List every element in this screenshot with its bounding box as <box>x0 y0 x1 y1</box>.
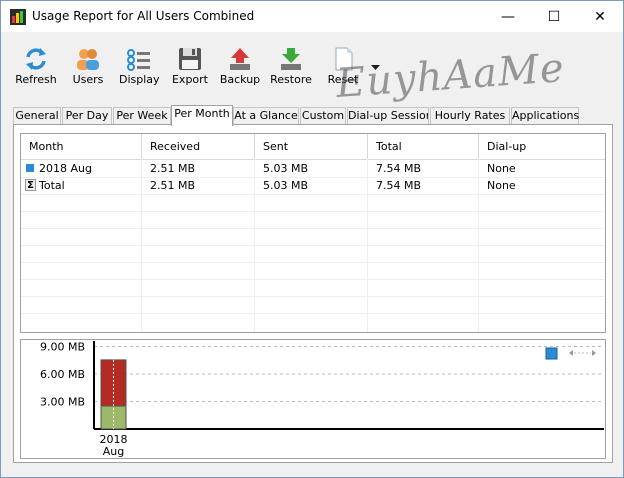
toolbar: Refresh Users Display Export Backup Rest… <box>1 39 623 95</box>
tab-general[interactable]: General <box>13 107 61 125</box>
close-button[interactable]: ✕ <box>577 1 623 32</box>
cell-dial-up: None <box>487 162 516 175</box>
restore-button[interactable]: Restore <box>269 47 313 86</box>
column-header-dial-up[interactable]: Dial-up <box>479 134 605 159</box>
y-tick-label: 9.00 MB <box>40 341 85 354</box>
cell-month: 2018 Aug <box>39 162 92 175</box>
export-label: Export <box>171 73 208 86</box>
table-row-total[interactable]: Σ Total 2.51 MB 5.03 MB 7.54 MB None <box>21 177 605 194</box>
table-header: Month Received Sent Total Dial-up <box>21 134 605 160</box>
cell-received: 2.51 MB <box>150 179 196 192</box>
chart-svg: 3.00 MB6.00 MB9.00 MB2018Aug <box>40 341 604 458</box>
cell-dial-up: None <box>487 179 516 192</box>
tab-applications[interactable]: Applications <box>511 107 579 125</box>
legend-square-icon <box>545 347 558 360</box>
users-button[interactable]: Users <box>69 47 107 86</box>
app-bar-chart-icon <box>10 9 26 25</box>
tab-hourly-rates[interactable]: Hourly Rates <box>430 107 510 125</box>
column-header-total[interactable]: Total <box>368 134 479 159</box>
backup-label: Backup <box>219 73 261 86</box>
cell-total: 7.54 MB <box>376 179 422 192</box>
tab-per-day[interactable]: Per Day <box>62 107 112 125</box>
per-month-panel: Month Received Sent Total Dial-up 2018 A… <box>13 124 613 463</box>
tab-at-a-glance[interactable]: At a Glance <box>233 107 299 125</box>
refresh-label: Refresh <box>15 73 57 86</box>
minimize-button[interactable]: — <box>485 1 531 32</box>
display-button[interactable]: Display <box>119 47 160 86</box>
cell-sent: 5.03 MB <box>263 162 309 175</box>
cell-total: 7.54 MB <box>376 162 422 175</box>
users-label: Users <box>72 73 104 86</box>
y-tick-label: 6.00 MB <box>40 368 85 381</box>
y-tick-label: 3.00 MB <box>40 396 85 409</box>
column-header-received[interactable]: Received <box>142 134 255 159</box>
bar-sent <box>100 359 127 407</box>
report-window: Usage Report for All Users Combined — ☐ … <box>0 0 624 478</box>
refresh-icon <box>26 48 46 70</box>
backup-button[interactable]: Backup <box>219 47 261 86</box>
tab-dial-up-session[interactable]: Dial-up Session <box>347 107 429 125</box>
blank-page-icon <box>335 47 353 71</box>
maximize-button[interactable]: ☐ <box>531 1 577 32</box>
export-button[interactable]: Export <box>171 47 209 86</box>
cell-month: Total <box>39 179 65 192</box>
reset-label: Reset <box>327 73 359 86</box>
reset-dropdown-arrow-icon[interactable] <box>371 65 380 71</box>
refresh-button[interactable]: Refresh <box>15 47 57 86</box>
upload-arrow-icon <box>230 48 250 70</box>
save-disk-icon <box>179 48 201 70</box>
reset-button[interactable]: Reset <box>327 47 359 86</box>
display-label: Display <box>119 73 160 86</box>
download-arrow-icon <box>281 48 301 70</box>
x-tick-label: Aug <box>103 445 124 458</box>
tab-per-week[interactable]: Per Week <box>113 107 171 125</box>
table-row[interactable]: 2018 Aug 2.51 MB 5.03 MB 7.54 MB None <box>21 160 605 177</box>
cell-sent: 5.03 MB <box>263 179 309 192</box>
chart-prev-arrow-icon <box>569 350 573 356</box>
monthly-usage-chart: 3.00 MB 6.00 MB 9.00 MB 2018 Aug <box>20 339 606 459</box>
column-header-month[interactable]: Month <box>21 134 142 159</box>
restore-label: Restore <box>270 73 312 86</box>
users-icon <box>77 49 99 70</box>
tab-per-month[interactable]: Per Month <box>171 105 233 126</box>
column-header-sent[interactable]: Sent <box>255 134 368 159</box>
tab-custom[interactable]: Custom <box>300 107 346 125</box>
title-bar: Usage Report for All Users Combined — ☐ … <box>1 1 623 32</box>
monthly-usage-table: Month Received Sent Total Dial-up 2018 A… <box>20 133 606 333</box>
cell-received: 2.51 MB <box>150 162 196 175</box>
window-title: Usage Report for All Users Combined <box>32 9 255 23</box>
chart-next-arrow-icon <box>592 350 596 356</box>
display-options-icon <box>127 49 150 71</box>
